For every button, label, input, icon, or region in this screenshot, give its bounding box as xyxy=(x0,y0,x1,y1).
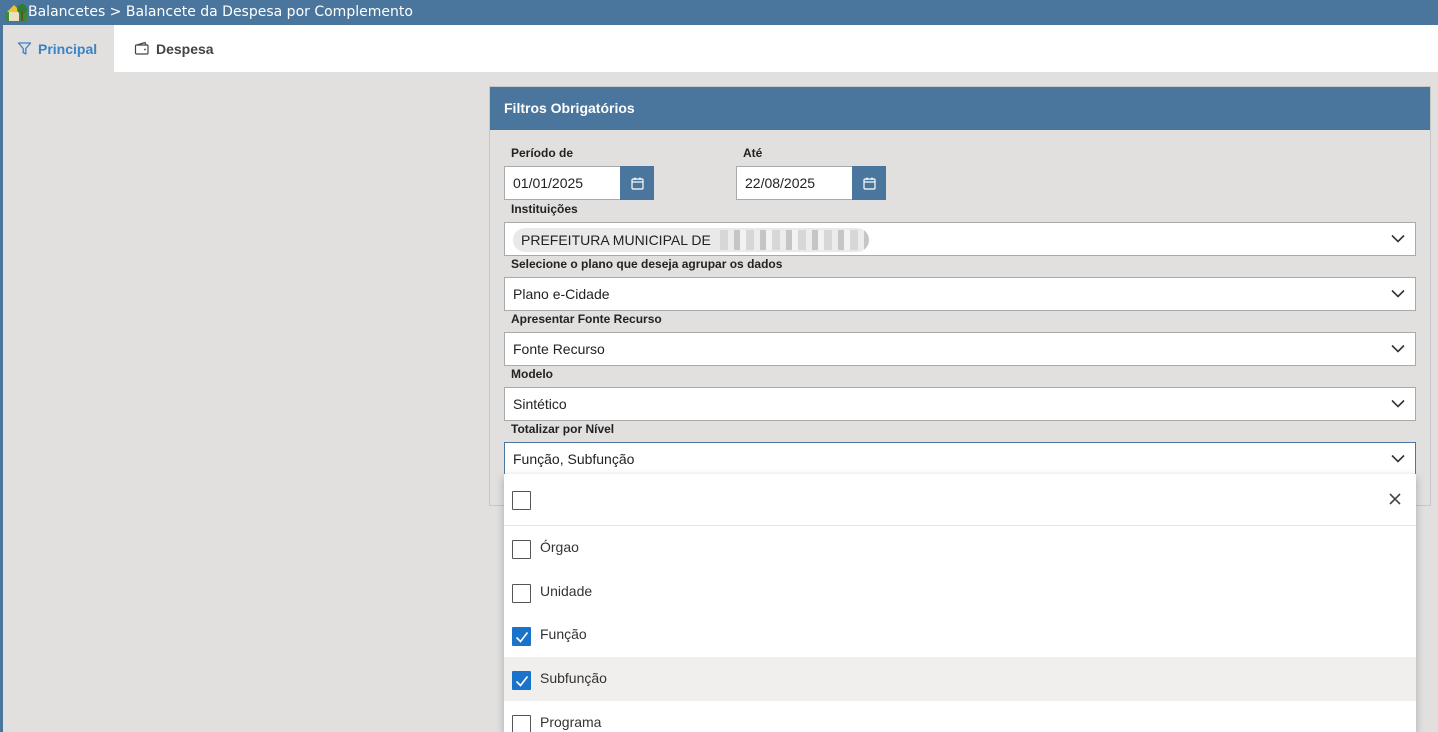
chevron-down-icon xyxy=(1391,399,1405,408)
option-checkbox[interactable] xyxy=(512,715,531,732)
nivel-select[interactable]: Função, Subfunção xyxy=(504,442,1416,476)
option-orgao[interactable]: Órgao xyxy=(504,526,1416,570)
dropdown-header xyxy=(504,474,1416,526)
checkmark-icon xyxy=(515,632,529,643)
checkmark-icon xyxy=(515,676,529,687)
option-checkbox[interactable] xyxy=(512,540,531,559)
chevron-down-icon xyxy=(1391,344,1405,353)
redacted-text xyxy=(720,230,869,250)
ate-label: Até xyxy=(743,146,763,160)
title-bar: Balancetes > Balancete da Despesa por Co… xyxy=(0,0,1438,25)
option-label: Programa xyxy=(540,714,602,730)
breadcrumb: Balancetes > Balancete da Despesa por Co… xyxy=(28,4,413,20)
wallet-icon xyxy=(134,41,149,55)
fonte-label: Apresentar Fonte Recurso xyxy=(511,312,662,326)
option-subfuncao[interactable]: Subfunção xyxy=(504,657,1416,701)
filter-icon xyxy=(17,42,32,55)
periodo-label: Período de xyxy=(511,146,574,160)
option-checkbox-checked[interactable] xyxy=(512,627,531,646)
option-checkbox-checked[interactable] xyxy=(512,671,531,690)
plano-value: Plano e-Cidade xyxy=(513,286,610,302)
instituicoes-select[interactable]: PREFEITURA MUNICIPAL DE xyxy=(504,222,1416,256)
calendar-icon xyxy=(862,177,876,190)
modelo-select[interactable]: Sintético xyxy=(504,387,1416,421)
start-date-input[interactable]: 01/01/2025 xyxy=(504,166,621,200)
instituicoes-label: Instituições xyxy=(511,202,578,216)
select-all-checkbox[interactable] xyxy=(512,491,531,510)
chevron-down-icon xyxy=(1391,289,1405,298)
option-programa[interactable]: Programa xyxy=(504,701,1416,732)
chevron-down-icon xyxy=(1391,234,1405,243)
modelo-value: Sintético xyxy=(513,396,567,412)
option-unidade[interactable]: Unidade xyxy=(504,570,1416,614)
nivel-label: Totalizar por Nível xyxy=(511,422,615,436)
chevron-down-icon xyxy=(1391,454,1405,463)
option-label: Unidade xyxy=(540,583,593,599)
nivel-value: Função, Subfunção xyxy=(513,451,635,467)
tab-bar: Principal Despesa xyxy=(0,25,1438,72)
tab-despesa[interactable]: Despesa xyxy=(114,25,234,72)
instituicao-chip-label: PREFEITURA MUNICIPAL DE xyxy=(521,232,711,248)
option-checkbox[interactable] xyxy=(512,584,531,603)
left-accent-stripe xyxy=(0,25,3,732)
calendar-icon xyxy=(630,177,644,190)
modelo-label: Modelo xyxy=(511,367,553,381)
end-date-calendar-button[interactable] xyxy=(852,166,886,200)
close-icon[interactable] xyxy=(1388,492,1402,506)
panel-title: Filtros Obrigatórios xyxy=(490,87,1430,130)
start-date-calendar-button[interactable] xyxy=(620,166,654,200)
end-date-input[interactable]: 22/08/2025 xyxy=(736,166,853,200)
option-label: Subfunção xyxy=(540,670,607,686)
option-label: Função xyxy=(540,626,587,642)
tab-principal-label: Principal xyxy=(38,40,98,57)
house-tree-logo xyxy=(5,4,27,22)
instituicao-chip[interactable]: PREFEITURA MUNICIPAL DE xyxy=(513,228,869,252)
option-label: Órgao xyxy=(540,539,579,555)
fonte-recurso-value: Fonte Recurso xyxy=(513,341,605,357)
nivel-dropdown-panel: Órgao Unidade Função Subfunção Programa xyxy=(504,474,1416,732)
plano-select[interactable]: Plano e-Cidade xyxy=(504,277,1416,311)
tab-despesa-label: Despesa xyxy=(156,40,214,57)
option-funcao[interactable]: Função xyxy=(504,613,1416,657)
fonte-recurso-select[interactable]: Fonte Recurso xyxy=(504,332,1416,366)
plano-label: Selecione o plano que deseja agrupar os … xyxy=(511,257,783,271)
tab-principal[interactable]: Principal xyxy=(3,25,114,72)
